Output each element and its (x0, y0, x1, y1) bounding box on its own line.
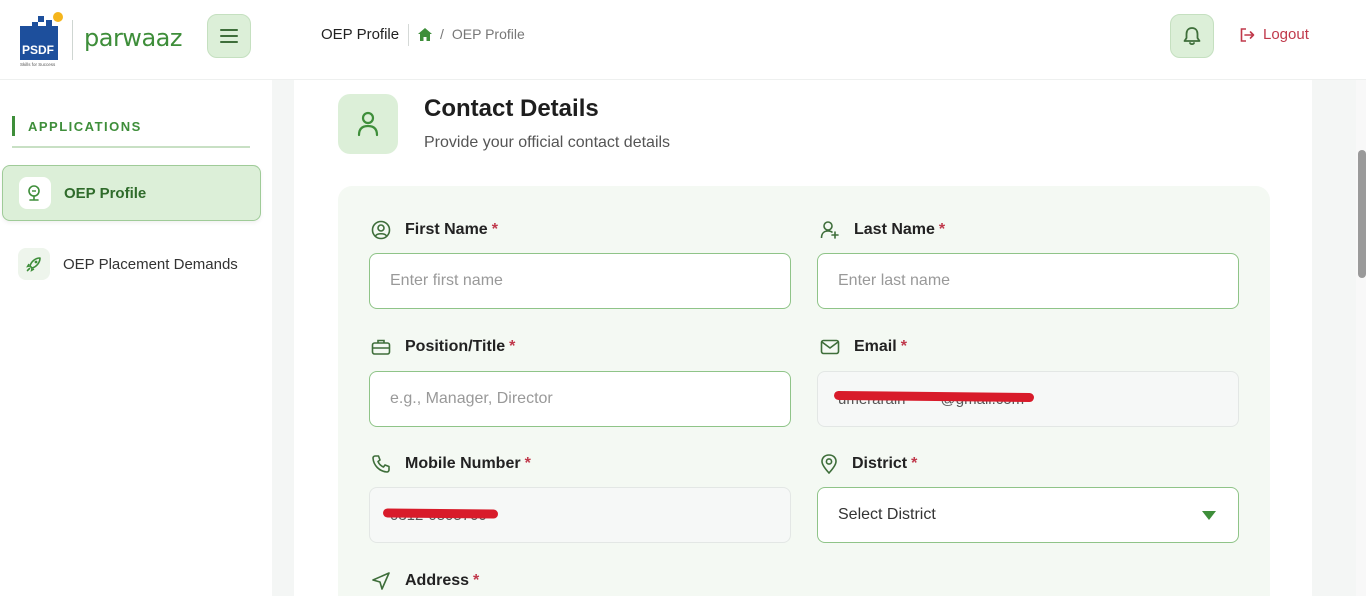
menu-toggle-button[interactable] (207, 14, 251, 58)
parwaaz-logo[interactable]: parwaaz (84, 24, 182, 52)
required-marker: * (491, 221, 498, 238)
briefcase-icon (371, 339, 391, 355)
caret-down-icon (1202, 511, 1216, 520)
position-input[interactable]: e.g., Manager, Director (369, 371, 791, 427)
phone-icon (372, 455, 390, 473)
sidebar-item-label: OEP Placement Demands (63, 255, 238, 273)
district-label: District * (820, 454, 917, 474)
user-circle-icon (371, 220, 391, 240)
first-name-placeholder: Enter first name (390, 272, 503, 289)
bell-icon (1183, 27, 1201, 46)
last-name-placeholder: Enter last name (838, 272, 951, 289)
section-accent-bar (12, 116, 15, 136)
brand-name: parwaaz (84, 24, 182, 52)
district-select[interactable]: Select District (817, 487, 1239, 543)
logout-button[interactable]: Logout (1240, 26, 1309, 43)
logout-icon (1240, 27, 1255, 42)
required-marker: * (509, 338, 516, 355)
district-label-text: District (852, 455, 908, 472)
mobile-redaction-mark (382, 508, 499, 519)
page-scrollbar-thumb[interactable] (1358, 150, 1366, 278)
required-marker: * (524, 455, 531, 472)
profile-globe-icon (19, 177, 51, 209)
breadcrumb-separator: / (440, 26, 444, 42)
page-title: OEP Profile (321, 26, 400, 43)
user-plus-icon (820, 221, 839, 239)
sidebar-section-header: APPLICATIONS (12, 116, 250, 148)
first-name-label: First Name * (371, 220, 498, 240)
top-header: PSDF Skills for Success parwaaz OEP Prof… (0, 0, 1366, 80)
position-label: Position/Title * (371, 338, 515, 356)
sidebar-item-label: OEP Profile (64, 184, 147, 202)
contact-user-icon (338, 94, 398, 154)
location-pin-icon (821, 454, 837, 474)
notifications-button[interactable] (1170, 14, 1214, 58)
navigation-arrow-icon (372, 572, 390, 590)
email-label: Email * (820, 338, 907, 356)
logout-label: Logout (1263, 26, 1309, 43)
address-label-text: Address (405, 572, 470, 589)
psdf-tagline: Skills for Success (20, 62, 56, 67)
position-label-text: Position/Title (405, 338, 506, 355)
home-icon[interactable] (418, 27, 432, 41)
breadcrumb: / OEP Profile (418, 26, 525, 42)
email-label-text: Email (854, 338, 897, 355)
mobile-label-text: Mobile Number (405, 455, 521, 472)
sidebar-item-oep-profile[interactable]: OEP Profile (2, 165, 261, 221)
required-marker: * (911, 455, 918, 472)
psdf-logo-text: PSDF (22, 43, 54, 57)
heading-divider (408, 24, 409, 46)
breadcrumb-current: OEP Profile (451, 26, 525, 42)
required-marker: * (900, 338, 907, 355)
first-name-label-text: First Name (405, 221, 488, 238)
mail-icon (820, 339, 840, 355)
section-subtitle: Provide your official contact details (424, 134, 671, 151)
last-name-label: Last Name * (820, 220, 945, 240)
logo-divider (72, 20, 73, 60)
required-marker: * (473, 572, 480, 589)
required-marker: * (938, 221, 946, 238)
mobile-label: Mobile Number * (371, 454, 531, 474)
first-name-input[interactable]: Enter first name (369, 253, 791, 309)
position-placeholder: e.g., Manager, Director (390, 390, 553, 407)
district-selected-value: Select District (838, 506, 936, 523)
rocket-icon (18, 248, 50, 280)
hamburger-icon (220, 29, 238, 43)
address-label: Address * (371, 571, 479, 591)
section-title: Contact Details (424, 95, 599, 122)
sidebar: APPLICATIONS OEP Profile OEP Placement D… (0, 80, 272, 596)
sidebar-item-oep-placement-demands[interactable]: OEP Placement Demands (2, 236, 261, 292)
last-name-label-text: Last Name (854, 221, 935, 238)
sidebar-section-label: APPLICATIONS (28, 119, 142, 134)
last-name-input[interactable]: Enter last name (817, 253, 1239, 309)
psdf-logo[interactable]: PSDF Skills for Success (18, 12, 64, 68)
